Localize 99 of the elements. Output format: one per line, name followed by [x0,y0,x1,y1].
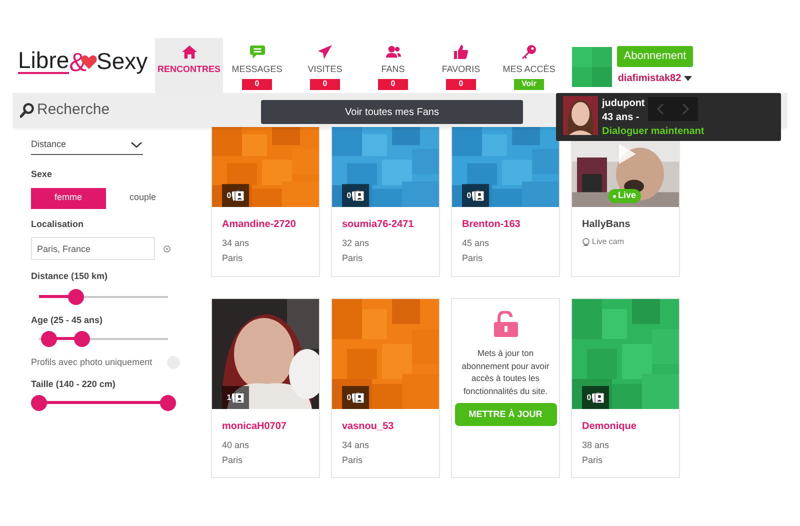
filter-label: Sexe [31,168,54,181]
nav-tab[interactable]: FAVORIS 0 [427,38,495,93]
filter-label: Distance (150 km) [31,270,109,283]
photo-count-badge: 0 [462,184,489,207]
profile-name[interactable]: Amandine-2720 [222,217,309,232]
profile-name[interactable]: soumia76-2471 [342,217,429,232]
nav-label: FANS [381,63,405,76]
count-badge: 0 [378,78,408,90]
caret-icon[interactable] [684,76,692,81]
sort-select[interactable]: Distance [31,135,143,155]
count-badge: Voir [514,78,544,90]
profile-city: Paris [342,252,364,264]
profile-city: Paris [222,252,244,264]
photos-icon [232,190,244,201]
slider-thumb[interactable] [74,331,90,347]
nav-label: MESSAGES [232,63,282,76]
profile-age: 38 ans [582,439,610,452]
logo-ampersand: & [69,48,86,74]
nav-tab[interactable]: RENCONTRES [155,38,223,93]
range-slider[interactable] [31,394,176,412]
profile-name[interactable]: monicaH0707 [222,419,309,434]
profile-age: 45 ans [462,237,490,250]
profile-city: Paris [582,454,604,466]
paper-plane-icon [318,45,332,59]
sex-option[interactable]: femme [31,188,106,208]
profile-name[interactable]: vasnou_53 [342,419,429,434]
photo-count-badge: 0 [342,184,369,207]
search-icon [20,102,34,118]
profile-city: Paris [342,454,364,466]
tooltip: Voir toutes mes Fans [261,100,523,124]
count-badge: 0 [242,78,272,90]
count-badge: 0 [446,78,476,90]
profile-card[interactable]: 0 soumia76-2471 32 ans Paris [331,127,440,277]
profile-city: Paris [462,252,484,264]
logo-text: Libre [18,49,70,74]
location-field[interactable]: Paris, France [31,237,155,260]
nav-label: RENCONTRES [157,63,220,76]
nav-tab[interactable]: MESSAGES 0 [223,38,291,93]
upgrade-message: Mets à jour ton abonnement pour avoir accès à toutes les fonctionnalités du site. [460,347,550,397]
slider-thumb[interactable] [41,331,58,347]
profile-card[interactable]: Live HallyBans Live cam [571,141,680,277]
profile-card[interactable]: 0 Demonique 38 ans Paris [571,298,680,478]
target-icon[interactable] [163,244,171,252]
slider-thumb[interactable] [68,288,84,304]
photos-icon [472,190,484,201]
chat-bubble-icon [250,45,264,59]
unlocked-padlock-icon [494,311,518,337]
profile-name[interactable]: Demonique [582,419,669,434]
profile-card[interactable]: 0 Amandine-2720 34 ans Paris [211,127,320,277]
sex-option[interactable]: couple [106,188,180,208]
nav-tab[interactable]: VISITES 0 [291,38,359,93]
count-badge: 0 [310,78,340,90]
profile-age: 32 ans [342,237,370,250]
profile-card[interactable]: 1 monicaH0707 40 ans Paris [211,298,320,478]
slider-thumb[interactable] [160,395,176,411]
key-icon [522,45,536,59]
photo-count-badge: 0 [582,386,609,409]
profile-card[interactable]: 0 Brenton-163 45 ans Paris [451,127,560,277]
nav-label: FAVORIS [442,63,480,76]
filter-label: Profils avec photo uniquement [31,356,152,369]
users-icon [386,45,400,59]
thumbs-up-icon [454,45,468,59]
live-badge: Live [608,189,642,203]
photos-icon [352,392,364,403]
photo-count-badge: 0 [342,386,369,409]
photos-icon [232,392,244,403]
profile-name[interactable]: HallyBans [582,217,669,232]
search-label: Recherche [37,100,110,120]
username[interactable]: diafimistak82 [618,71,682,86]
card-subtitle: Live cam [592,236,624,248]
webcam-icon [582,238,590,246]
nav-label: VISITES [308,63,342,76]
home-icon [182,45,196,59]
logo-text: Sexy [96,50,148,73]
chat-action-link[interactable]: Dialoguer maintenant [602,125,704,139]
avatar [563,96,598,135]
profile-card[interactable]: 0 vasnou_53 34 ans Paris [331,298,440,478]
profile-card[interactable]: Mets à jour ton abonnement pour avoir accès à toutes les fonctionnalités du site. METTRE À JOUR [451,298,560,478]
profile-age: 40 ans [222,439,250,452]
photos-icon [352,190,364,201]
filter-label: Age (25 - 45 ans) [31,314,104,327]
profile-name[interactable]: Brenton-163 [462,217,549,232]
chevron-down-icon [131,142,142,148]
filter-label: Localisation [31,218,85,230]
nav-label: MES ACCÈS [502,63,556,76]
nav-tab[interactable]: FANS 0 [359,38,427,93]
photo-count-badge: 1 [222,386,249,409]
photos-icon [592,392,604,403]
profile-age: 34 ans [342,439,370,452]
chat-age: 43 ans - [602,111,640,125]
slider-thumb[interactable] [31,395,47,411]
profile-city: Paris [222,454,244,466]
chat-popup[interactable]: judupont 43 ans - Dialoguer maintenant [556,93,781,141]
logo[interactable]: Libre& Sexy [18,38,155,93]
profile-age: 34 ans [222,237,250,250]
nav-tab[interactable]: MES ACCÈS Voir [495,38,563,93]
filter-label: Taille (140 - 220 cm) [31,378,116,391]
chat-name: judupont [602,97,645,111]
photo-count-badge: 0 [222,184,249,207]
